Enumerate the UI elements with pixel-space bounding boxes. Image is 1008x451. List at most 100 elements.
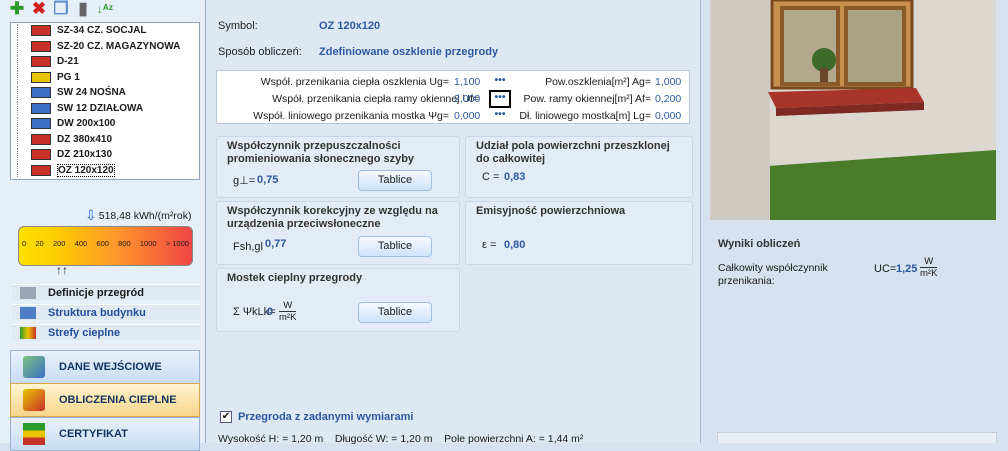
right-panel: Wyniki obliczeń Całkowity współczynnik p…	[700, 0, 1008, 443]
panel-thermal-bridge: Mostek cieplny przegrody Σ ΨkLk= 0 W m²K…	[216, 268, 460, 332]
nav-label: Strefy cieplne	[48, 326, 121, 339]
gauge-tick: 600	[96, 239, 109, 248]
add-icon[interactable]: ✚	[8, 0, 26, 20]
tree-item[interactable]: DZ 380x410	[11, 132, 199, 148]
nav-big-label: DANE WEJŚCIOWE	[59, 361, 162, 373]
symbol-fsh: Fsh,gl	[233, 241, 263, 253]
panel-title: Emisyjność powierzchniowa	[476, 205, 626, 217]
tree-item-label: SW 24 NOŚNA	[57, 87, 126, 99]
window-icon	[31, 164, 51, 176]
gauge-tick: 1000	[139, 239, 157, 248]
method-label: Sposób obliczeń:	[218, 46, 302, 58]
gauge-tick: 800	[118, 239, 131, 248]
energy-scale: ⇩ 518,48 kWh/(m²rok) 0 20 200 400 600 800 1000…	[10, 207, 200, 281]
paste-icon[interactable]: ▮	[74, 0, 92, 20]
results-section: Wyniki obliczeń Całkowity współczynnik p…	[710, 232, 996, 292]
tree-item[interactable]: SZ-34 CZ. SOCJAL	[11, 23, 199, 39]
nav-certyfikat[interactable]: CERTYFIKAT	[10, 417, 200, 451]
wall-red-icon	[31, 25, 51, 37]
unit-den: m²K	[920, 268, 938, 279]
sort-az-icon[interactable]: ↓ᴬᶻ	[96, 0, 114, 20]
param-label: Współ. przenikania ciepła oszklenia Ug=	[260, 76, 449, 88]
zones-icon	[20, 326, 36, 339]
tree-item[interactable]: D-21	[11, 54, 199, 70]
gauge-tick: 200	[52, 239, 66, 248]
panel-glazing-ratio: Udział pola powierzchni przeszklonej do …	[465, 136, 693, 198]
tree-item[interactable]: SW 12 DZIAŁOWA	[11, 101, 199, 117]
tree-item-label: DZ 210x130	[57, 149, 113, 161]
nav-strefy[interactable]: Strefy cieplne	[12, 324, 200, 340]
dims-checkbox-row[interactable]: ✔ Przegroda z zadanymi wymiarami	[220, 411, 413, 423]
param-rlabel: Pow. ramy okiennej[m²] Af=	[523, 93, 651, 105]
tree-item-label: OZ 120x120	[57, 163, 115, 177]
results-value: 1,25	[896, 263, 918, 275]
roof-icon	[31, 56, 51, 68]
tree-item[interactable]: DZ 210x130	[11, 147, 199, 163]
door-icon	[31, 118, 51, 130]
value-g: 0,75	[257, 174, 279, 186]
tree-line	[17, 132, 31, 147]
symbol-g: g⊥=	[233, 175, 256, 187]
window-icon	[31, 149, 51, 161]
param-rvalue[interactable]: 0,200	[655, 91, 681, 107]
value-psi: 0	[267, 306, 274, 318]
param-rvalue[interactable]: 1,000	[655, 74, 681, 90]
gauge-tick: > 1000	[165, 239, 189, 248]
window-render	[710, 0, 996, 220]
arrow-up-icon: ↑↑	[56, 263, 68, 277]
nav-dane-wejsciowe[interactable]: DANE WEJŚCIOWE	[10, 350, 200, 384]
symbol-value: OZ 120x120	[319, 20, 381, 32]
panel-emissivity: Emisyjność powierzchniowa ε = 0,80	[465, 201, 693, 265]
tree-item[interactable]: DW 200x100	[11, 116, 199, 132]
delete-icon[interactable]: ✖	[30, 0, 48, 20]
nav-obliczenia-cieplne[interactable]: OBLICZENIA CIEPLNE	[10, 383, 200, 417]
partition-icon	[20, 286, 36, 299]
results-label: Całkowity współczynnik przenikania:	[718, 262, 828, 287]
tree-line	[17, 85, 31, 100]
nav-struktura[interactable]: Struktura budynku	[12, 304, 200, 320]
param-value[interactable]: 2,000	[454, 91, 480, 107]
symbol-label: Symbol:	[218, 20, 258, 32]
results-title: Wyniki obliczeń	[718, 238, 801, 250]
gauge-tick: 400	[74, 239, 88, 248]
panel-title: Mostek cieplny przegrody	[227, 272, 363, 284]
tree-line	[17, 101, 31, 116]
param-value[interactable]: 1,100	[454, 74, 480, 90]
param-rlabel: Dł. liniowego mostka[m] Lg=	[519, 110, 651, 122]
tree-item[interactable]: SW 24 NOŚNA	[11, 85, 199, 101]
value-epsilon: 0,80	[504, 239, 526, 251]
tree-item[interactable]: OZ 120x120	[11, 163, 199, 179]
gauge-tick: 0	[22, 239, 27, 248]
tree-item-label: PG 1	[57, 71, 80, 83]
tree-line	[17, 39, 31, 54]
copy-icon[interactable]: ❐	[52, 0, 70, 20]
param-rvalue[interactable]: 0,000	[655, 108, 681, 124]
tablice-button[interactable]: Tablice	[358, 302, 432, 323]
tablice-button[interactable]: Tablice	[358, 236, 432, 257]
more-button[interactable]: •••	[489, 90, 511, 108]
wall-blue-icon	[31, 87, 51, 99]
more-button[interactable]: •••	[489, 109, 511, 125]
checkbox[interactable]: ✔	[220, 411, 232, 423]
building-icon	[20, 306, 36, 319]
tree-line	[17, 70, 31, 85]
param-value[interactable]: 0,000	[454, 108, 480, 124]
method-value[interactable]: Zdefiniowane oszklenie przegrody	[319, 46, 498, 58]
tree-item-label: SZ-34 CZ. SOCJAL	[57, 25, 147, 37]
results-symbol: UC=	[874, 263, 897, 275]
more-button[interactable]: •••	[489, 75, 511, 91]
glazing-params: Współ. przenikania ciepła oszklenia Ug= …	[216, 70, 690, 124]
panel-title: Współczynnik przepuszczalności promienio…	[227, 140, 415, 165]
window-image	[710, 0, 996, 220]
tree-item-label: DW 200x100	[57, 118, 116, 130]
param-label: Współ. liniowego przenikania mostka Ψg=	[253, 110, 449, 122]
energy-value: 518,48 kWh/(m²rok)	[98, 209, 192, 222]
nav-definicje[interactable]: Definicje przegród	[12, 284, 200, 300]
param-rlabel: Pow.oszklenia[m²] Ag=	[545, 76, 651, 88]
tree-item[interactable]: SZ-20 CZ. MAGAZYNOWA	[11, 39, 199, 55]
tree-line	[17, 147, 31, 162]
tablice-button[interactable]: Tablice	[358, 170, 432, 191]
window-icon	[31, 133, 51, 145]
tree-item[interactable]: PG 1	[11, 70, 199, 86]
panel-transmittance: Współczynnik przepuszczalności promienio…	[216, 136, 460, 198]
